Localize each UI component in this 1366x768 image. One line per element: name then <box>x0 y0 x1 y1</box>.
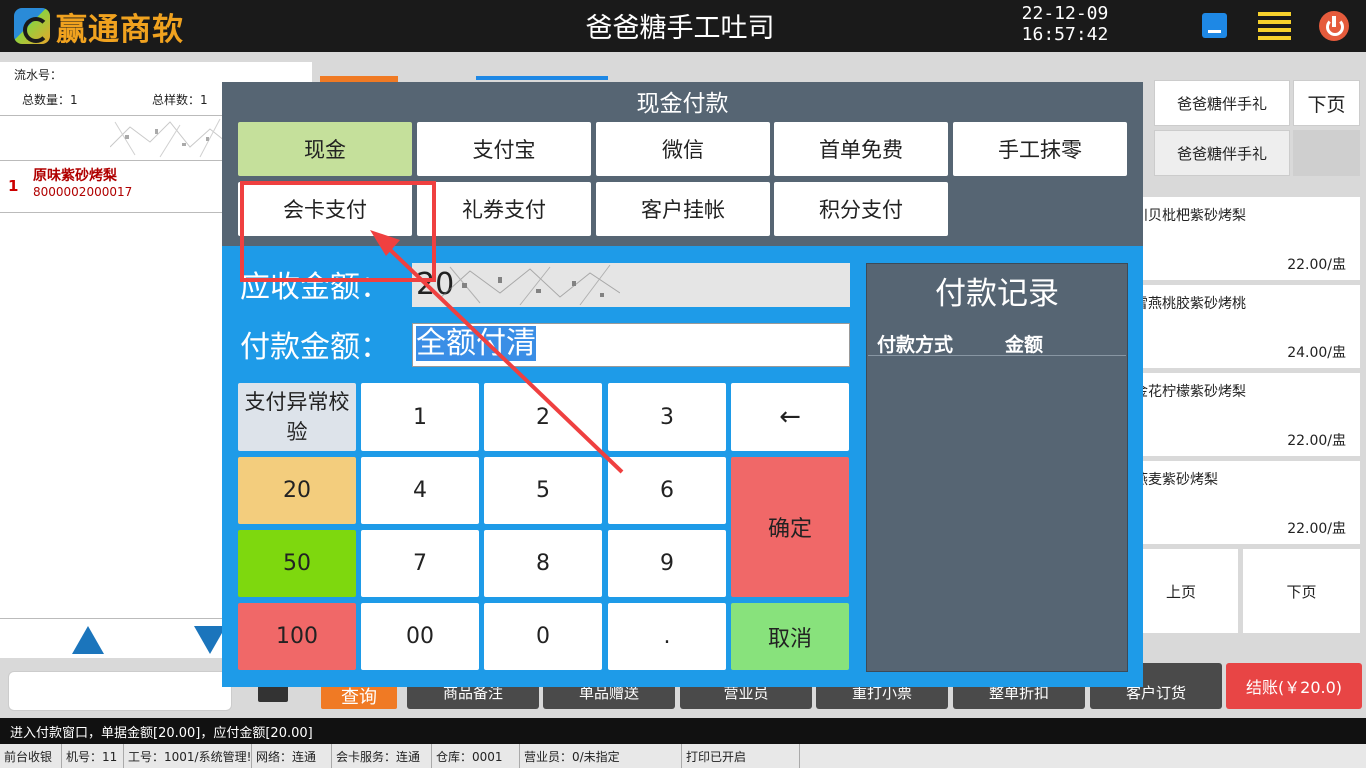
category-button[interactable]: 爸爸糖伴手礼 <box>1154 80 1290 126</box>
product-price: 22.00/盅 <box>1287 257 1346 273</box>
tab-indicator <box>476 76 608 80</box>
status-card-service: 会卡服务：连通 <box>332 744 432 768</box>
confirm-button[interactable]: 确定 <box>731 457 849 597</box>
category-button-empty[interactable] <box>1293 130 1360 176</box>
scroll-up-icon[interactable] <box>72 626 104 654</box>
key-2[interactable]: 2 <box>484 383 602 451</box>
payment-exception-check-button[interactable]: 支付异常校验 <box>238 383 356 451</box>
status-network: 网络：连通 <box>252 744 332 768</box>
order-row-code: 8000002000017 <box>33 185 133 199</box>
key-1[interactable]: 1 <box>361 383 479 451</box>
key-9[interactable]: 9 <box>608 530 726 597</box>
checkout-button[interactable]: 结账(￥20.0) <box>1226 663 1362 709</box>
status-machine: 机号：11 <box>62 744 124 768</box>
pay-method-wechat[interactable]: 微信 <box>596 122 770 176</box>
key-4[interactable]: 4 <box>361 457 479 524</box>
key-8[interactable]: 8 <box>484 530 602 597</box>
pay-method-points[interactable]: 积分支付 <box>774 182 948 236</box>
texture-pattern <box>110 118 230 158</box>
pay-method-customer-credit[interactable]: 客户挂帐 <box>596 182 770 236</box>
texture-pattern <box>440 264 620 306</box>
menu-icon[interactable] <box>1258 12 1291 40</box>
payment-records-panel <box>866 263 1128 672</box>
product-name: 雪燕桃胶紫砂烤桃 <box>1134 296 1246 312</box>
payment-amount-value: 全额付清 <box>416 326 536 361</box>
clock: 22-12-09 16:57:42 <box>1010 3 1120 45</box>
key-3[interactable]: 3 <box>608 383 726 451</box>
key-0[interactable]: 0 <box>484 603 602 670</box>
product-price: 22.00/盅 <box>1287 433 1346 449</box>
status-salesperson: 营业员：0/未指定 <box>520 744 682 768</box>
app-logo: 赢通商软 <box>14 8 184 48</box>
pay-method-cash[interactable]: 现金 <box>238 122 412 176</box>
product-next-page-button[interactable]: 下页 <box>1243 549 1360 633</box>
status-operator: 工号：1001/系统管理! <box>124 744 252 768</box>
pay-method-alipay[interactable]: 支付宝 <box>417 122 591 176</box>
records-column-method: 付款方式 <box>877 334 954 356</box>
product-price: 24.00/盅 <box>1287 345 1346 361</box>
quick-amount-100[interactable]: 100 <box>238 603 356 670</box>
total-quantity-label: 总数量：1 <box>22 93 78 107</box>
status-warehouse: 仓库：0001 <box>432 744 520 768</box>
quick-amount-20[interactable]: 20 <box>238 457 356 524</box>
backspace-key[interactable]: ← <box>731 383 849 451</box>
category-next-page-button[interactable]: 下页 <box>1293 80 1360 126</box>
key-dot[interactable]: . <box>608 603 726 670</box>
serial-number-label: 流水号： <box>14 68 63 82</box>
payment-records-title: 付款记录 <box>935 276 1059 312</box>
status-bar: 前台收银 机号：11 工号：1001/系统管理! 网络：连通 会卡服务：连通 仓… <box>0 744 1366 768</box>
status-print: 打印已开启 <box>682 744 800 768</box>
key-5[interactable]: 5 <box>484 457 602 524</box>
clock-date: 22-12-09 <box>1021 3 1109 24</box>
order-row-index: 1 <box>8 177 19 195</box>
quick-amount-50[interactable]: 50 <box>238 530 356 597</box>
category-button[interactable]: 爸爸糖伴手礼 <box>1154 130 1290 176</box>
records-column-amount: 金额 <box>1005 334 1044 356</box>
product-card[interactable]: 川贝枇杷紫砂烤梨 22.00/盅 <box>1134 197 1360 280</box>
product-card[interactable]: 燕麦紫砂烤梨 22.00/盅 <box>1134 461 1360 544</box>
barcode-input[interactable] <box>8 671 232 711</box>
dialog-title: 现金付款 <box>636 91 729 117</box>
logo-mark-icon <box>14 8 50 44</box>
annotation-highlight-box <box>240 181 436 282</box>
key-00[interactable]: 00 <box>361 603 479 670</box>
cancel-button[interactable]: 取消 <box>731 603 849 670</box>
clock-time: 16:57:42 <box>1021 24 1109 45</box>
status-mode: 前台收银 <box>0 744 62 768</box>
key-7[interactable]: 7 <box>361 530 479 597</box>
pay-method-first-order-free[interactable]: 首单免费 <box>774 122 948 176</box>
product-card[interactable]: 金花柠檬紫砂烤梨 22.00/盅 <box>1134 373 1360 456</box>
power-icon[interactable] <box>1319 11 1349 41</box>
total-kinds-label: 总样数：1 <box>152 93 208 107</box>
minimize-icon[interactable] <box>1202 13 1227 38</box>
payment-amount-input[interactable]: 全额付清 <box>412 323 850 367</box>
message-bar: 进入付款窗口，单据金额[20.00]，应付金额[20.00] <box>0 718 1366 744</box>
key-6[interactable]: 6 <box>608 457 726 524</box>
pay-method-manual-rounding[interactable]: 手工抹零 <box>953 122 1127 176</box>
product-card[interactable]: 雪燕桃胶紫砂烤桃 24.00/盅 <box>1134 285 1360 368</box>
order-row-name: 原味紫砂烤梨 <box>33 168 117 184</box>
product-name: 川贝枇杷紫砂烤梨 <box>1134 208 1246 224</box>
store-title: 爸爸糖手工吐司 <box>585 13 775 44</box>
product-name: 燕麦紫砂烤梨 <box>1134 472 1218 488</box>
pay-method-coupon[interactable]: 礼券支付 <box>417 182 591 236</box>
divider <box>868 355 1126 356</box>
payment-amount-label: 付款金额： <box>240 330 390 365</box>
product-name: 金花柠檬紫砂烤梨 <box>1134 384 1246 400</box>
product-price: 22.00/盅 <box>1287 521 1346 537</box>
logo-text: 赢通商软 <box>56 11 184 48</box>
